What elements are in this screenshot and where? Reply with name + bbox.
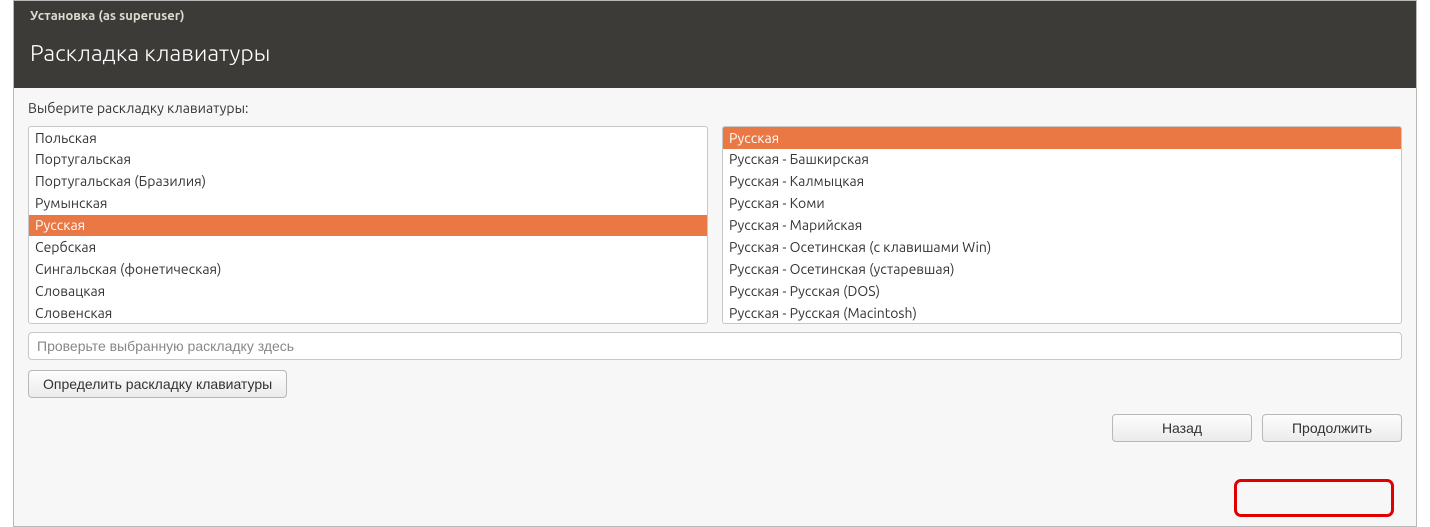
layout-variant-item[interactable]: Русская - Калмыцкая	[723, 171, 1401, 193]
layout-language-item[interactable]: Русская	[29, 215, 707, 237]
back-button[interactable]: Назад	[1112, 414, 1252, 442]
layout-variant-item[interactable]: Русская - Осетинская (устаревшая)	[723, 258, 1401, 280]
layout-language-item-label: Португальская (Бразилия)	[35, 173, 206, 189]
layout-variant-item[interactable]: Русская - Марийская	[723, 215, 1401, 237]
layout-language-item-label: Сингальская (фонетическая)	[35, 261, 221, 277]
layout-variant-list[interactable]: Русская Русская - Башкирская Русская - Кал…	[722, 126, 1402, 324]
layout-language-item-label: Русская	[35, 217, 85, 233]
window-titlebar: Установка (as superuser)	[14, 1, 1416, 31]
layout-language-item[interactable]: Португальская	[29, 149, 707, 171]
layout-language-item[interactable]: Сербская	[29, 236, 707, 258]
layout-variant-item-label: Русская - Калмыцкая	[729, 173, 864, 189]
layout-language-item[interactable]: Румынская	[29, 193, 707, 215]
layout-language-item[interactable]: Сингальская (фонетическая)	[29, 258, 707, 280]
continue-button[interactable]: Продолжить	[1262, 414, 1402, 442]
layout-variant-item-label: Русская - Осетинская (устаревшая)	[729, 261, 955, 277]
layout-variant-item[interactable]: Русская - Осетинская (с клавишами Win)	[723, 236, 1401, 258]
page-header: Раскладка клавиатуры	[14, 31, 1416, 88]
layout-language-item[interactable]: Португальская (Бразилия)	[29, 171, 707, 193]
layout-language-item-label: Сербская	[35, 239, 96, 255]
layout-language-item-label: Словацкая	[35, 283, 105, 299]
content-area: Выберите раскладку клавиатуры: ПольскаяП…	[14, 88, 1416, 526]
installer-window: Установка (as superuser) Раскладка клави…	[13, 0, 1417, 527]
layout-variant-item[interactable]: Русская	[723, 127, 1401, 149]
layout-variant-item[interactable]: Русская - Русская (DOS)	[723, 280, 1401, 302]
layout-variant-item[interactable]: Русская - Башкирская	[723, 149, 1401, 171]
layout-language-item[interactable]: Словенская	[29, 302, 707, 324]
layout-language-item[interactable]: Словацкая	[29, 280, 707, 302]
layout-language-list[interactable]: Польская Португальская Португальская (Браз…	[28, 126, 708, 324]
layout-variant-item[interactable]: Русская - Русская (Macintosh)	[723, 302, 1401, 324]
layout-language-item-label: Португальская	[35, 151, 131, 167]
prompt-label: Выберите раскладку клавиатуры:	[28, 100, 1402, 116]
layout-language-item-label: Румынская	[35, 195, 107, 211]
layout-variant-item[interactable]: Русская - Коми	[723, 193, 1401, 215]
detect-row: Определить раскладку клавиатуры	[28, 370, 1402, 398]
keyboard-test-input[interactable]	[28, 332, 1402, 360]
layout-variant-item-label: Русская	[729, 130, 779, 146]
layout-variant-item-label: Русская - Коми	[729, 195, 825, 211]
layout-variant-item-label: Русская - Осетинская (с клавишами Win)	[729, 239, 991, 255]
page-title: Раскладка клавиатуры	[30, 41, 1400, 66]
layout-variant-item-label: Русская - Башкирская	[729, 151, 869, 167]
footer-buttons: Назад Продолжить	[28, 406, 1402, 442]
layout-lists-row: Польская Португальская Португальская (Браз…	[28, 126, 1402, 324]
layout-language-item[interactable]: Польская	[29, 127, 707, 149]
layout-variant-item-label: Русская - Русская (Macintosh)	[729, 305, 917, 321]
window-title: Установка (as superuser)	[30, 9, 185, 23]
layout-language-item-label: Словенская	[35, 305, 112, 321]
layout-variant-item-label: Русская - Русская (DOS)	[729, 283, 880, 299]
layout-variant-item-label: Русская - Марийская	[729, 217, 862, 233]
detect-layout-button[interactable]: Определить раскладку клавиатуры	[28, 370, 287, 398]
layout-language-item-label: Польская	[35, 130, 97, 146]
